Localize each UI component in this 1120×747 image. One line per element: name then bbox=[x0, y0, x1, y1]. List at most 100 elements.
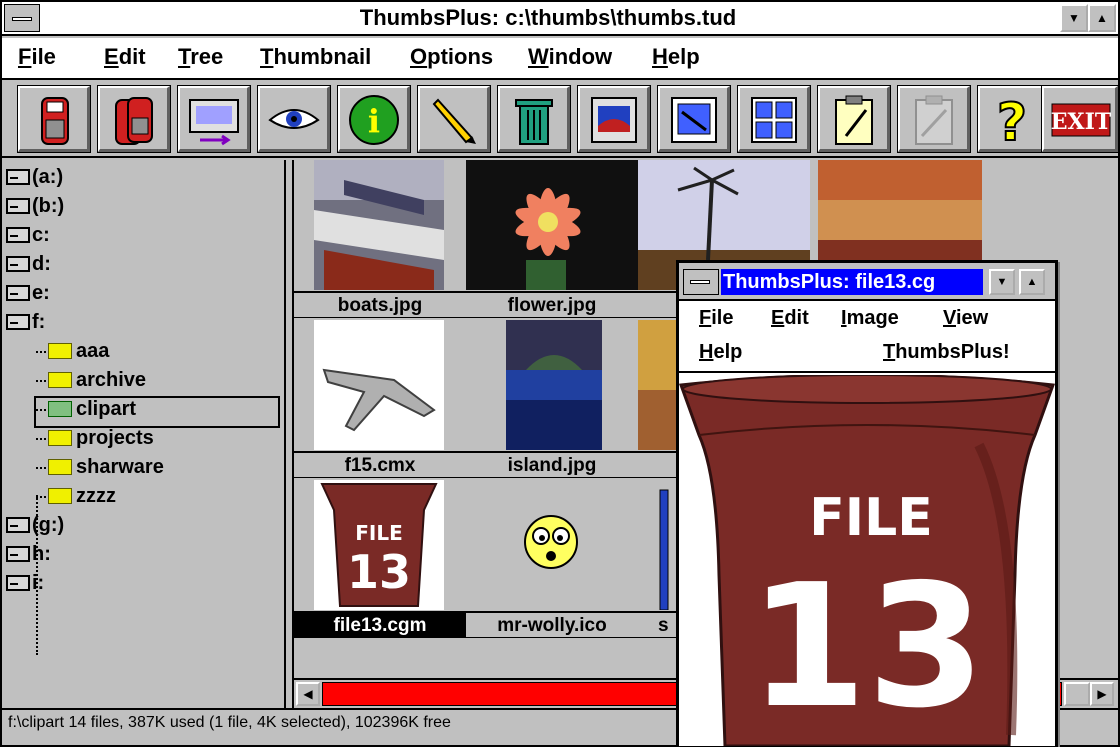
toolbar-button-disks[interactable] bbox=[97, 85, 171, 153]
main-window: ThumbsPlus: c:\thumbs\thumbs.tud ▼ ▲ Fil… bbox=[0, 0, 1120, 747]
clipboard-icon bbox=[835, 95, 873, 145]
trash-can-icon bbox=[515, 99, 553, 145]
toolbar-button-edit[interactable] bbox=[417, 85, 491, 153]
tree-folder-zzzz[interactable]: zzzz bbox=[36, 485, 116, 513]
tree-folder-sharware[interactable]: sharware bbox=[36, 456, 164, 484]
triangle-left-icon: ◀ bbox=[303, 687, 313, 701]
tree-branch-line bbox=[36, 495, 46, 498]
tree-item-label: clipart bbox=[76, 398, 137, 420]
tree-folder-archive[interactable]: archive bbox=[36, 369, 146, 397]
viewer-menu-edit[interactable]: Edit bbox=[771, 307, 809, 330]
triangle-down-icon: ▼ bbox=[996, 276, 1008, 288]
thumbnail-cell[interactable]: f15.cmx bbox=[294, 320, 466, 480]
tree-folder-clipart[interactable]: clipart bbox=[34, 396, 280, 428]
tree-item-label: sharware bbox=[76, 456, 164, 478]
image-viewer-window: ThumbsPlus: file13.cg ▼ ▲ File Edit Imag… bbox=[676, 260, 1058, 747]
title-bar[interactable]: ThumbsPlus: c:\thumbs\thumbs.tud ▼ ▲ bbox=[2, 2, 1118, 36]
viewer-minimize-button[interactable]: ▼ bbox=[989, 269, 1015, 295]
thumbnail-image-file13: FILE 13 bbox=[314, 480, 444, 610]
tree-folder-aaa[interactable]: aaa bbox=[36, 340, 109, 368]
grid-many-icon bbox=[751, 97, 797, 143]
window-title: ThumbsPlus: c:\thumbs\thumbs.tud bbox=[359, 5, 737, 30]
thumbnail-cell[interactable]: mr-wolly.ico bbox=[466, 480, 638, 640]
toolbar-button-display[interactable] bbox=[577, 85, 651, 153]
menu-tree[interactable]: Tree bbox=[178, 44, 223, 70]
viewer-image-area: FILE 13 bbox=[679, 375, 1055, 746]
menu-edit[interactable]: Edit bbox=[104, 44, 146, 70]
toolbar-button-grid-many[interactable] bbox=[737, 85, 811, 153]
thumbnail-image-boats bbox=[314, 160, 444, 290]
tree-item-label: (g:) bbox=[32, 514, 65, 536]
viewer-menu-image[interactable]: Image bbox=[841, 307, 899, 330]
thumbnail-cell[interactable]: boats.jpg bbox=[294, 160, 466, 320]
system-menu-button[interactable] bbox=[4, 4, 40, 32]
clipboard-disabled-icon bbox=[915, 95, 953, 145]
grid-one-icon bbox=[671, 97, 717, 143]
toolbar-button-grid-one[interactable] bbox=[657, 85, 731, 153]
toolbar-button-view[interactable] bbox=[257, 85, 331, 153]
viewer-title-bar[interactable]: ThumbsPlus: file13.cg ▼ ▲ bbox=[679, 263, 1055, 301]
monitor-arrow-icon bbox=[189, 99, 239, 146]
toolbar-button-exit[interactable]: EXIT bbox=[1041, 85, 1119, 153]
toolbar-button-clipboard[interactable] bbox=[817, 85, 891, 153]
drive-icon bbox=[6, 575, 30, 591]
thumbnail-cell[interactable]: FILE 13 file13.cgm bbox=[294, 480, 466, 640]
thumbnail-cell[interactable]: flower.jpg bbox=[466, 160, 638, 320]
menu-options[interactable]: Options bbox=[410, 44, 493, 70]
menu-thumbnail[interactable]: Thumbnail bbox=[260, 44, 371, 70]
tree-item-label: d: bbox=[32, 253, 51, 275]
scrollbar-thumb[interactable] bbox=[1064, 682, 1090, 706]
system-menu-icon bbox=[690, 280, 710, 284]
triangle-up-icon: ▲ bbox=[1026, 276, 1038, 288]
menu-help[interactable]: Help bbox=[652, 44, 700, 70]
viewer-title: ThumbsPlus: file13.cg bbox=[721, 269, 983, 295]
drive-icon bbox=[6, 256, 30, 272]
toolbar-button-clipboard-paste[interactable] bbox=[897, 85, 971, 153]
tree-drive-d[interactable]: d: bbox=[6, 253, 51, 281]
drive-icon bbox=[6, 198, 30, 214]
info-icon: i bbox=[349, 95, 399, 145]
maximize-button[interactable]: ▲ bbox=[1088, 4, 1116, 32]
viewer-maximize-button[interactable]: ▲ bbox=[1019, 269, 1045, 295]
tree-item-label: archive bbox=[76, 369, 147, 391]
scroll-left-button[interactable]: ◀ bbox=[296, 682, 320, 706]
tree-drive-a[interactable]: (a:) bbox=[6, 166, 63, 194]
tree-branch-line bbox=[36, 379, 46, 382]
tree-drive-c[interactable]: c: bbox=[6, 224, 50, 252]
toolbar-button-disk[interactable] bbox=[17, 85, 91, 153]
thumbnail-caption-selected: file13.cgm bbox=[294, 611, 466, 638]
viewer-system-menu-button[interactable] bbox=[683, 269, 719, 295]
folder-icon bbox=[48, 430, 72, 446]
viewer-menu-thumbsplus[interactable]: ThumbsPlus! bbox=[883, 341, 1010, 364]
viewer-menu-file[interactable]: File bbox=[699, 307, 733, 330]
menu-window[interactable]: Window bbox=[528, 44, 612, 70]
thumbnail-image-island bbox=[506, 320, 602, 450]
toolbar-button-help[interactable]: ? bbox=[977, 85, 1051, 153]
viewer-menu-view[interactable]: View bbox=[943, 307, 988, 330]
triangle-down-icon: ▼ bbox=[1068, 11, 1080, 25]
tree-drive-g[interactable]: (g:) bbox=[6, 514, 64, 542]
drive-icon bbox=[6, 227, 30, 243]
drive-icon bbox=[6, 546, 30, 562]
tree-folder-projects[interactable]: projects bbox=[36, 427, 154, 455]
eye-icon bbox=[268, 109, 320, 129]
scroll-right-button[interactable]: ▶ bbox=[1090, 682, 1114, 706]
svg-text:?: ? bbox=[997, 93, 1027, 148]
thumbnail-image-f15 bbox=[314, 320, 444, 450]
menu-file[interactable]: File bbox=[18, 44, 56, 70]
viewer-menu-help[interactable]: Help bbox=[699, 341, 742, 364]
toolbar-button-delete[interactable] bbox=[497, 85, 571, 153]
tree-drive-e[interactable]: e: bbox=[6, 282, 50, 310]
minimize-button[interactable]: ▼ bbox=[1060, 4, 1088, 32]
folder-icon bbox=[48, 488, 72, 504]
tree-drive-h[interactable]: h: bbox=[6, 543, 51, 571]
toolbar-button-move[interactable] bbox=[177, 85, 251, 153]
tree-drive-f[interactable]: f: bbox=[6, 311, 45, 339]
folder-icon bbox=[48, 372, 72, 388]
tree-drive-i[interactable]: i: bbox=[6, 572, 44, 600]
tree-drive-b[interactable]: (b:) bbox=[6, 195, 64, 223]
toolbar-button-info[interactable]: i bbox=[337, 85, 411, 153]
exit-icon: EXIT bbox=[1051, 103, 1112, 137]
thumbnail-cell[interactable]: island.jpg bbox=[466, 320, 638, 480]
pane-splitter[interactable] bbox=[286, 160, 294, 708]
